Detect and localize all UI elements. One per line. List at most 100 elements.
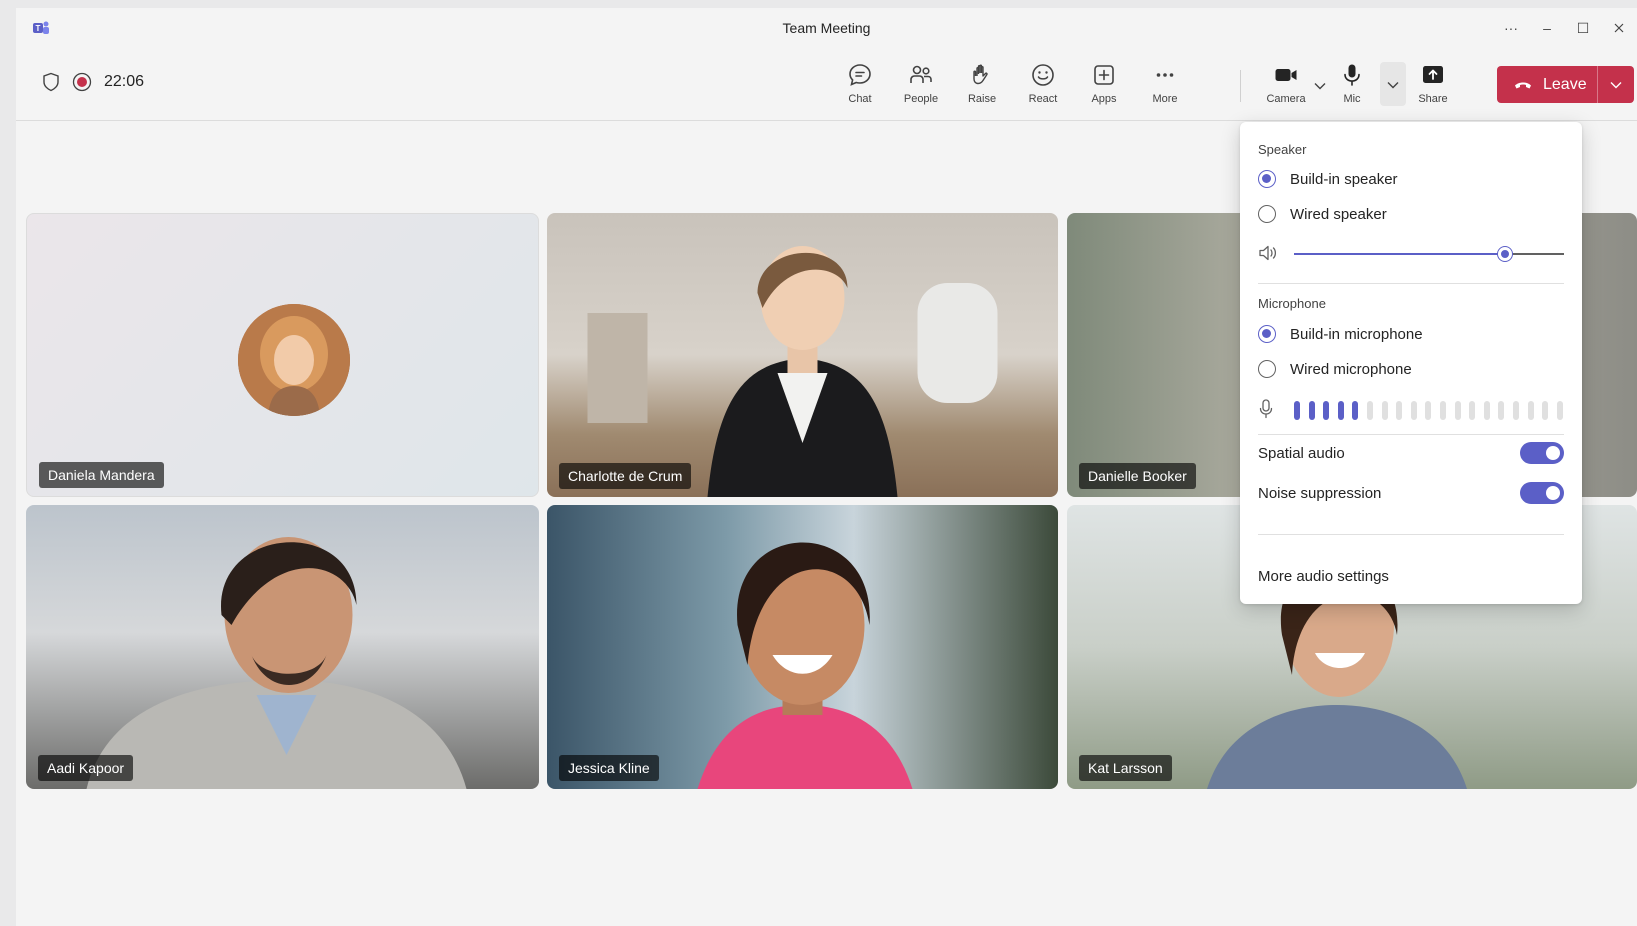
spatial-audio-toggle[interactable]: [1520, 442, 1564, 464]
participant-video: [697, 542, 912, 789]
camera-label: Camera: [1266, 93, 1306, 105]
level-bar: [1337, 401, 1344, 420]
speaker-volume-slider[interactable]: [1294, 247, 1564, 261]
more-audio-settings-link[interactable]: More audio settings: [1258, 568, 1389, 585]
participant-name: Charlotte de Crum: [559, 463, 692, 489]
more-button[interactable]: More: [1137, 62, 1193, 110]
microphone-option[interactable]: Build-in microphone: [1258, 325, 1423, 343]
mic-options-button[interactable]: [1380, 62, 1406, 106]
participant-tile[interactable]: Charlotte de Crum: [547, 213, 1058, 497]
participant-tile[interactable]: Daniela Mandera: [26, 213, 539, 497]
react-button[interactable]: React: [1015, 62, 1071, 110]
divider: [1258, 283, 1564, 284]
noise-suppression-label: Noise suppression: [1258, 484, 1382, 502]
leave-options-button[interactable]: [1598, 66, 1634, 103]
leave-button[interactable]: Leave: [1497, 66, 1597, 103]
window-more-button[interactable]: ···: [1493, 8, 1529, 48]
close-icon: [1614, 23, 1624, 33]
smiley-icon: [1032, 64, 1054, 86]
level-bar: [1542, 401, 1549, 420]
window-controls: ··· – ☐: [1493, 8, 1637, 48]
chat-icon: [849, 64, 871, 86]
chat-button[interactable]: Chat: [832, 62, 888, 110]
participant-video: [587, 246, 997, 497]
more-label: More: [1152, 93, 1178, 105]
level-bar: [1527, 401, 1534, 420]
raise-hand-button[interactable]: Raise: [954, 62, 1010, 110]
participant-tile[interactable]: Jessica Kline: [547, 505, 1058, 789]
level-bar: [1454, 401, 1461, 420]
radio-button-selected[interactable]: [1258, 325, 1276, 343]
noise-suppression-row: Noise suppression: [1258, 482, 1564, 504]
spatial-audio-label: Spatial audio: [1258, 444, 1345, 462]
level-bar: [1323, 401, 1330, 420]
share-label: Share: [1418, 93, 1448, 105]
people-button[interactable]: People: [893, 62, 949, 110]
teams-window: T Team Meeting ··· – ☐ 22:06 Chat People…: [16, 8, 1637, 926]
participant-name: Kat Larsson: [1079, 755, 1172, 781]
meeting-info: 22:06: [42, 72, 144, 92]
radio-button-selected[interactable]: [1258, 170, 1276, 188]
chevron-down-icon: [1387, 82, 1399, 89]
react-label: React: [1028, 93, 1058, 105]
leave-button-group: Leave: [1497, 66, 1634, 103]
apps-label: Apps: [1091, 93, 1117, 105]
radio-button[interactable]: [1258, 360, 1276, 378]
hang-up-icon: [1515, 82, 1531, 88]
mic-button[interactable]: Mic: [1324, 62, 1380, 110]
chat-label: Chat: [848, 93, 872, 105]
participant-tile[interactable]: Aadi Kapoor: [26, 505, 539, 789]
meeting-toolbar: 22:06 Chat People Raise React Apps More: [16, 48, 1637, 121]
more-dots-icon: [1156, 73, 1174, 77]
raise-hand-icon: [973, 64, 988, 85]
speaker-volume-icon: [1259, 245, 1277, 261]
mic-label: Mic: [1343, 93, 1361, 105]
microphone-level-icon: [1259, 399, 1273, 419]
minimize-button[interactable]: –: [1529, 8, 1565, 48]
microphone-level-meter: [1294, 401, 1563, 420]
level-bar: [1352, 401, 1359, 420]
level-bar: [1381, 401, 1388, 420]
raise-label: Raise: [967, 93, 997, 105]
people-label: People: [903, 93, 939, 105]
divider: [1258, 534, 1564, 535]
microphone-option-label: Wired microphone: [1290, 360, 1412, 378]
level-bar: [1556, 401, 1563, 420]
level-bar: [1425, 401, 1432, 420]
recording-icon: [72, 72, 92, 92]
level-bar: [1439, 401, 1446, 420]
svg-text:T: T: [36, 24, 41, 33]
leave-label: Leave: [1543, 75, 1587, 93]
maximize-button[interactable]: ☐: [1565, 8, 1601, 48]
speaker-option-label: Wired speaker: [1290, 205, 1387, 223]
speaker-option[interactable]: Build-in speaker: [1258, 170, 1398, 188]
camera-button[interactable]: Camera: [1258, 62, 1314, 110]
participant-name: Daniela Mandera: [39, 462, 164, 488]
add-app-icon: [1094, 65, 1114, 85]
speaker-option-label: Build-in speaker: [1290, 170, 1398, 188]
apps-button[interactable]: Apps: [1076, 62, 1132, 110]
close-button[interactable]: [1601, 8, 1637, 48]
participant-name: Danielle Booker: [1079, 463, 1196, 489]
level-bar: [1512, 401, 1519, 420]
toolbar-divider: [1240, 70, 1241, 102]
people-icon: [910, 65, 932, 83]
audio-settings-flyout: Speaker Build-in speaker Wired speaker M…: [1240, 122, 1582, 604]
share-button[interactable]: Share: [1405, 62, 1461, 110]
participant-video: [86, 537, 466, 789]
level-bar: [1410, 401, 1417, 420]
teams-logo-icon: T: [33, 21, 49, 34]
level-bar: [1396, 401, 1403, 420]
window-title: Team Meeting: [782, 20, 871, 36]
microphone-option[interactable]: Wired microphone: [1258, 360, 1412, 378]
noise-suppression-toggle[interactable]: [1520, 482, 1564, 504]
participant-name: Jessica Kline: [559, 755, 659, 781]
slider-thumb[interactable]: [1498, 247, 1512, 261]
radio-button[interactable]: [1258, 205, 1276, 223]
share-screen-icon: [1423, 66, 1443, 83]
microphone-icon: [1344, 64, 1360, 86]
divider: [1258, 434, 1564, 435]
slider-fill: [1294, 253, 1505, 255]
level-bar: [1469, 401, 1476, 420]
speaker-option[interactable]: Wired speaker: [1258, 205, 1387, 223]
